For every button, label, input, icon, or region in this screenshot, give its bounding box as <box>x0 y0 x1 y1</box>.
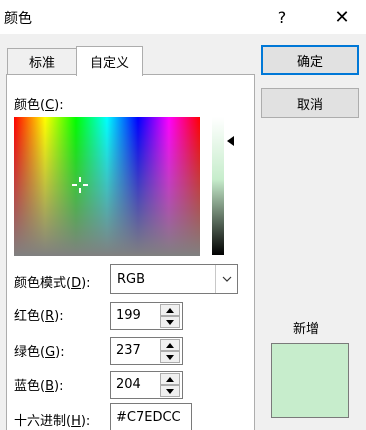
tab-custom[interactable]: 自定义 <box>76 46 143 76</box>
green-value: 237 <box>116 343 141 358</box>
ok-button[interactable]: 确定 <box>261 45 359 75</box>
help-button[interactable]: ? <box>262 0 302 34</box>
red-spin-down[interactable] <box>160 316 180 328</box>
blue-spin-down[interactable] <box>160 385 180 397</box>
color-mode-value: RGB <box>117 272 146 287</box>
new-color-swatch <box>271 343 349 418</box>
green-label: 绿色(G): <box>14 345 65 360</box>
blue-spin-up[interactable] <box>160 373 180 385</box>
window-title: 颜色 <box>4 11 32 27</box>
blue-label: 蓝色(B): <box>14 379 64 394</box>
color-spectrum[interactable] <box>14 117 200 256</box>
green-spin-down[interactable] <box>160 351 180 363</box>
green-spin-up[interactable] <box>160 339 180 351</box>
chevron-down-icon[interactable] <box>215 265 237 293</box>
color-mode-label: 颜色模式(D): <box>14 276 91 291</box>
tab-standard[interactable]: 标准 <box>7 48 77 74</box>
red-spin-up[interactable] <box>160 304 180 316</box>
close-button[interactable]: ✕ <box>322 0 362 34</box>
hex-value: #C7EDCC <box>116 410 181 425</box>
title-bar <box>0 0 366 34</box>
crosshair-icon <box>72 177 88 193</box>
color-label: 颜色(C): <box>14 98 64 113</box>
luminance-slider[interactable] <box>212 117 224 255</box>
new-color-label: 新增 <box>293 322 320 337</box>
luminance-arrow-icon[interactable] <box>227 136 234 146</box>
hex-label: 十六进制(H): <box>14 414 91 429</box>
cancel-button[interactable]: 取消 <box>261 88 359 118</box>
red-value: 199 <box>116 308 141 323</box>
blue-value: 204 <box>116 377 141 392</box>
red-label: 红色(R): <box>14 309 64 324</box>
